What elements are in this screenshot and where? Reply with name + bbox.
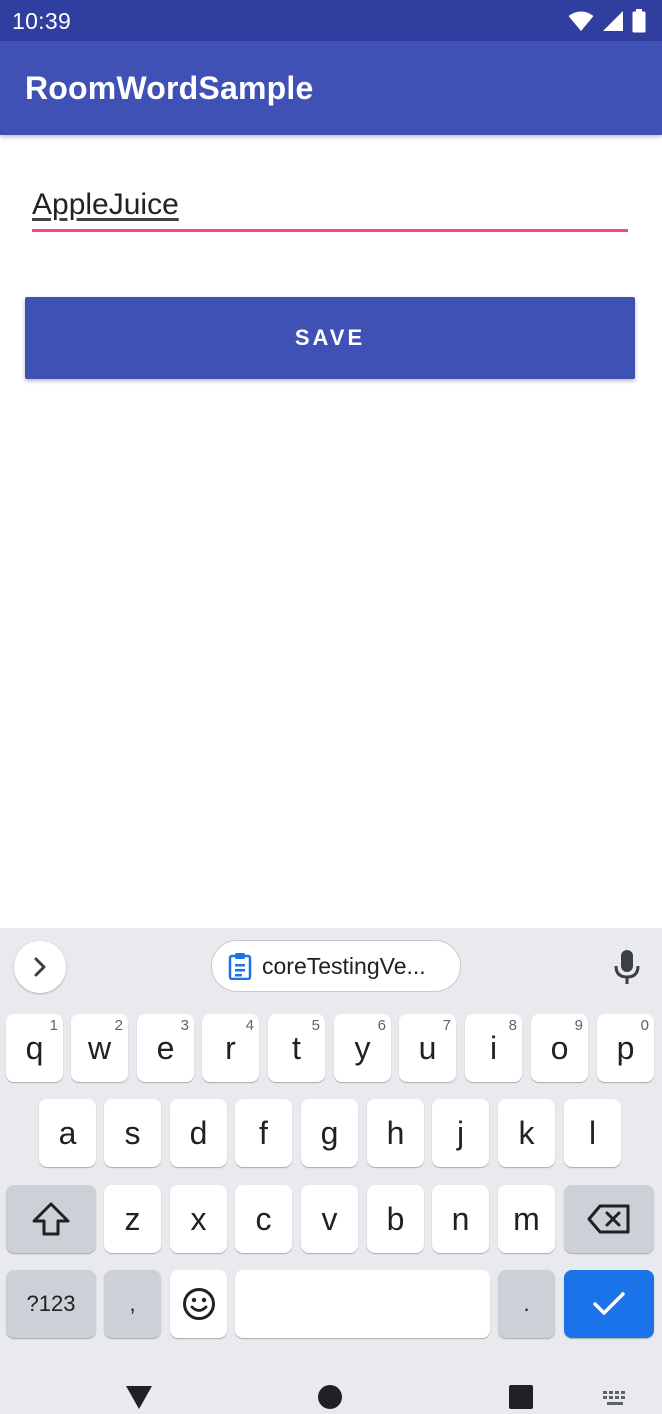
app-title: RoomWordSample: [25, 70, 314, 106]
enter-key[interactable]: [564, 1270, 654, 1338]
keyboard-switch-icon[interactable]: [602, 1390, 630, 1408]
back-icon[interactable]: [125, 1384, 153, 1410]
soft-keyboard: coreTestingVe... q1 w2 e3 r4 t5 y6 u7 i8…: [0, 928, 662, 1414]
key-u[interactable]: u7: [399, 1014, 456, 1082]
battery-icon: [632, 9, 646, 33]
backspace-key[interactable]: [564, 1185, 654, 1253]
navigation-bar: [0, 1362, 662, 1414]
key-q[interactable]: q1: [6, 1014, 63, 1082]
key-r[interactable]: r4: [202, 1014, 259, 1082]
keyboard-suggestion-strip: coreTestingVe...: [0, 928, 662, 1004]
key-k[interactable]: k: [498, 1099, 555, 1167]
app-bar: RoomWordSample: [0, 41, 662, 135]
key-y[interactable]: y6: [334, 1014, 391, 1082]
status-bar: 10:39: [0, 0, 662, 41]
backspace-icon: [587, 1204, 630, 1234]
voice-input-button[interactable]: [610, 948, 644, 986]
key-m[interactable]: m: [498, 1185, 555, 1253]
key-d[interactable]: d: [170, 1099, 227, 1167]
key-v[interactable]: v: [301, 1185, 358, 1253]
save-button[interactable]: SAVE: [25, 297, 635, 379]
comma-key[interactable]: ,: [104, 1270, 161, 1338]
space-key[interactable]: [235, 1270, 490, 1338]
word-input[interactable]: [32, 180, 628, 232]
microphone-icon: [614, 950, 640, 984]
key-b[interactable]: b: [367, 1185, 424, 1253]
checkmark-icon: [593, 1292, 625, 1315]
key-x[interactable]: x: [170, 1185, 227, 1253]
key-s[interactable]: s: [104, 1099, 161, 1167]
emoji-icon: [182, 1288, 215, 1320]
key-w[interactable]: w2: [71, 1014, 128, 1082]
keyboard-expand-button[interactable]: [14, 941, 66, 993]
key-h[interactable]: h: [367, 1099, 424, 1167]
key-g[interactable]: g: [301, 1099, 358, 1167]
home-icon[interactable]: [317, 1384, 343, 1410]
key-c[interactable]: c: [235, 1185, 292, 1253]
key-t[interactable]: t5: [268, 1014, 325, 1082]
clipboard-chip-text: coreTestingVe...: [262, 952, 426, 979]
key-f[interactable]: f: [235, 1099, 292, 1167]
signal-icon: [603, 11, 623, 31]
emoji-key[interactable]: [170, 1270, 227, 1338]
key-p[interactable]: p0: [597, 1014, 654, 1082]
key-n[interactable]: n: [432, 1185, 489, 1253]
clipboard-suggestion-chip[interactable]: coreTestingVe...: [211, 940, 461, 992]
key-l[interactable]: l: [564, 1099, 621, 1167]
key-a[interactable]: a: [39, 1099, 96, 1167]
period-key[interactable]: .: [498, 1270, 555, 1338]
key-z[interactable]: z: [104, 1185, 161, 1253]
status-time: 10:39: [12, 8, 72, 34]
key-o[interactable]: o9: [531, 1014, 588, 1082]
shift-icon: [32, 1202, 70, 1236]
key-i[interactable]: i8: [465, 1014, 522, 1082]
status-icons: [568, 9, 646, 33]
wifi-icon: [568, 11, 594, 31]
shift-key[interactable]: [6, 1185, 96, 1253]
recents-icon[interactable]: [508, 1384, 534, 1410]
key-j[interactable]: j: [432, 1099, 489, 1167]
symbols-key[interactable]: ?123: [6, 1270, 96, 1338]
chevron-right-icon: [34, 957, 46, 977]
clipboard-icon: [228, 953, 252, 980]
key-e[interactable]: e3: [137, 1014, 194, 1082]
